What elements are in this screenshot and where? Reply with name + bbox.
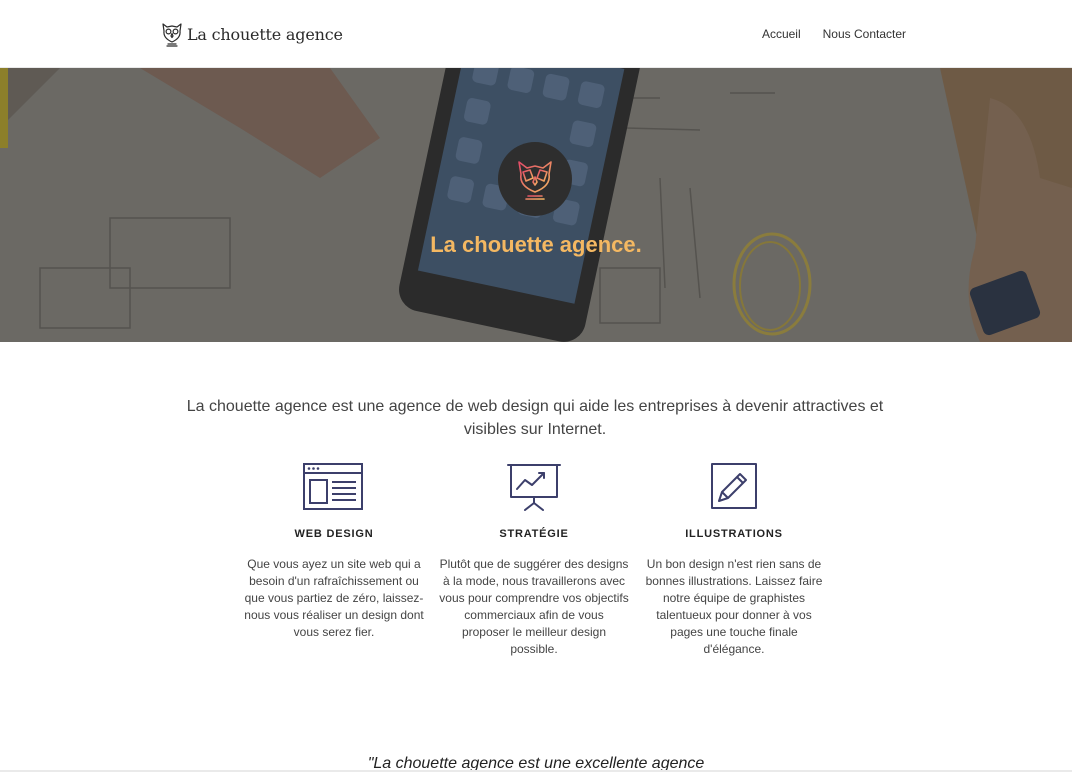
service-description: Plutôt que de suggérer des designs à la … [439, 557, 629, 656]
service-title: STRATÉGIE [499, 528, 569, 540]
service-web-design: WEB DESIGN Que vous ayez un site web qui… [239, 462, 429, 641]
owl-logo-icon [162, 23, 182, 47]
service-description: Que vous ayez un site web qui a besoin d… [244, 557, 424, 639]
presentation-chart-icon [507, 464, 561, 511]
service-strategie: STRATÉGIE Plutôt que de suggérer des des… [439, 462, 629, 658]
nav-link-accueil[interactable]: Accueil [762, 27, 801, 41]
browser-window-icon [303, 463, 363, 510]
owl-badge-icon [518, 161, 552, 200]
pencil-icon [711, 463, 757, 509]
service-title: ILLUSTRATIONS [685, 528, 783, 540]
hero-banner: La chouette agence. [0, 68, 1072, 342]
intro-text: La chouette agence est une agence de web… [186, 398, 884, 438]
nav-link-contact[interactable]: Nous Contacter [823, 27, 906, 41]
site-header: La chouette agence Accueil Nous Contacte… [0, 0, 1072, 68]
service-description: Un bon design n'est rien sans de bonnes … [645, 557, 823, 656]
hero-owl-badge [498, 142, 572, 216]
main-nav: Accueil Nous Contacter [762, 27, 906, 41]
hero-title: La chouette agence. [430, 232, 642, 257]
service-illustrations: ILLUSTRATIONS Un bon design n'est rien s… [639, 462, 829, 658]
logo-text: La chouette agence [187, 24, 343, 44]
service-title: WEB DESIGN [294, 528, 374, 540]
logo-link[interactable]: La chouette agence [160, 21, 343, 47]
